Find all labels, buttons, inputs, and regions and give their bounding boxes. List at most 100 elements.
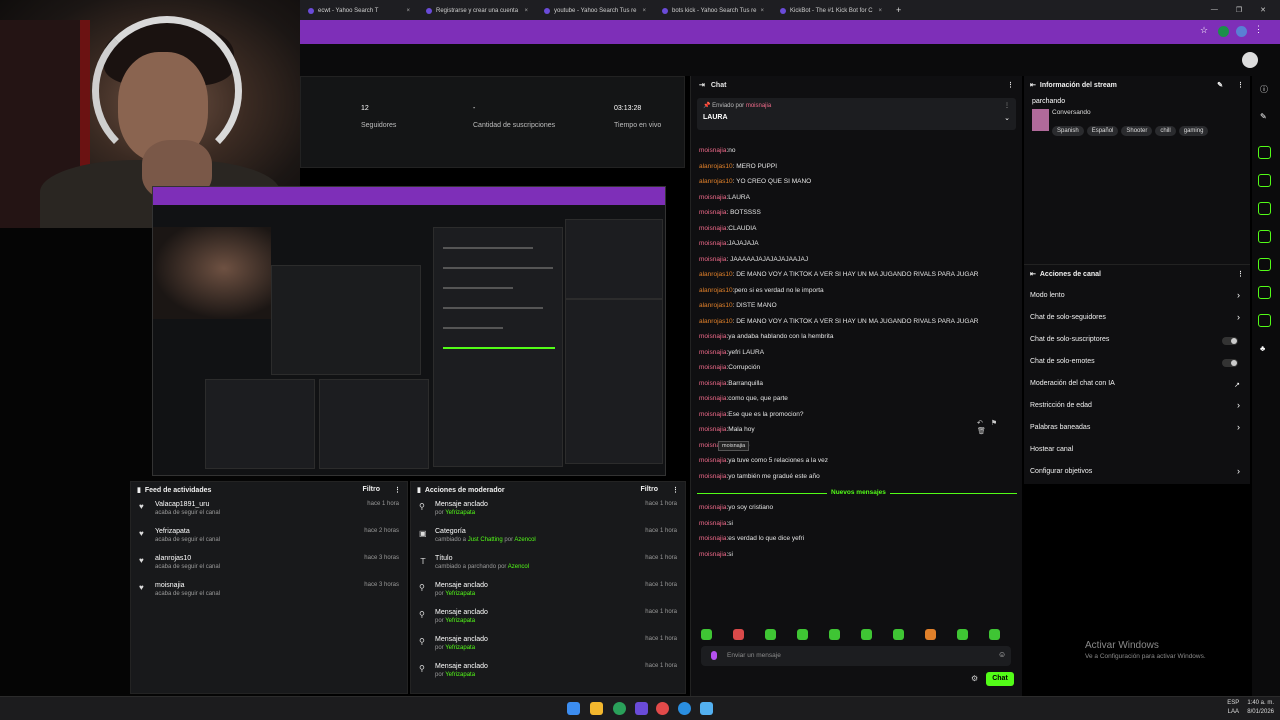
stream-preview[interactable] xyxy=(152,186,666,476)
new-tab-button[interactable]: + xyxy=(890,5,907,15)
stream-tag[interactable]: Spanish xyxy=(1052,126,1084,136)
menu-dots-icon[interactable]: ⋮ xyxy=(1254,24,1265,35)
chat-message[interactable]: moisnajia:como que, que parte xyxy=(699,395,788,402)
toggle-switch[interactable] xyxy=(1222,359,1238,367)
chevron-right-icon[interactable]: › xyxy=(1237,466,1240,476)
app-icon[interactable] xyxy=(635,702,648,715)
pencil-icon[interactable]: ✎ xyxy=(1260,112,1267,121)
chat-message[interactable]: moisnajia:yo soy cristiano xyxy=(699,504,773,511)
chat-username[interactable]: moisnajia xyxy=(699,225,726,232)
chat-message[interactable]: alanrojas10: DE MANO VOY A TIKTOK A VER … xyxy=(699,318,978,325)
chat-username[interactable]: moisnajia xyxy=(699,551,726,558)
chat-message[interactable]: moisnajia: JAAAAAJAJAJAJAJAAJAJ xyxy=(699,256,808,263)
chat-username[interactable]: moisnajia xyxy=(699,426,726,433)
chat-username[interactable]: moisnajia xyxy=(699,473,726,480)
stream-tag[interactable]: chill xyxy=(1155,126,1176,136)
chat-username[interactable]: moisnajia xyxy=(699,411,726,418)
chat-username[interactable]: alanrojas10 xyxy=(699,178,733,185)
close-icon[interactable]: ✕ xyxy=(1260,6,1266,14)
more-icon[interactable]: ⋮ xyxy=(1007,81,1014,89)
more-icon[interactable]: ⋮ xyxy=(394,486,401,494)
browser-tab[interactable]: Registrarse y crear una cuenta × xyxy=(418,3,536,19)
info-circle-icon[interactable]: ⓘ xyxy=(1260,84,1268,95)
chat-message[interactable]: moisnajia:no xyxy=(699,147,736,154)
start-icon[interactable] xyxy=(567,702,580,715)
channel-action-item[interactable]: Moderación del chat con IA ↗ xyxy=(1024,375,1250,397)
browser-tab[interactable]: KickBot - The #1 Kick Bot for C × xyxy=(772,3,890,19)
chevron-right-icon[interactable]: › xyxy=(1237,312,1240,322)
chat-username[interactable]: moisnajia xyxy=(699,380,726,387)
chat-message[interactable]: moisnajia:JAJAJAJA xyxy=(699,240,759,247)
plugin-icon[interactable]: ♣ xyxy=(1260,344,1265,353)
chat-send-button[interactable]: Chat xyxy=(986,672,1014,686)
stream-tag[interactable]: Español xyxy=(1086,126,1119,136)
chat-message[interactable]: moisnajia:es verdad lo que dice yefri xyxy=(699,535,804,542)
mod-action-user[interactable]: Azencol xyxy=(514,537,535,543)
chat-message[interactable]: moisnajia:ya andaba hablando con la hemb… xyxy=(699,333,833,340)
emote-picker-icon[interactable] xyxy=(711,651,717,660)
tool-icon[interactable] xyxy=(1258,202,1271,215)
chat-username[interactable]: alanrojas10 xyxy=(699,302,733,309)
chat-username[interactable]: alanrojas10 xyxy=(699,271,733,278)
chat-username[interactable]: moisnajia xyxy=(699,209,726,216)
chat-message[interactable]: moisnajia:Barranquilla xyxy=(699,380,763,387)
channel-action-item[interactable]: Palabras baneadas › xyxy=(1024,419,1250,441)
app-icon[interactable] xyxy=(700,702,713,715)
channel-action-item[interactable]: Chat de solo-suscriptores xyxy=(1024,331,1250,353)
chat-username[interactable]: moisnajia xyxy=(699,395,726,402)
chat-message[interactable]: moisnajia:si xyxy=(699,551,733,558)
chat-username[interactable]: moisnajia xyxy=(699,333,726,340)
chat-message[interactable]: moisnajia: BOTSSSS xyxy=(699,209,761,216)
channel-action-item[interactable]: Modo lento › xyxy=(1024,287,1250,309)
mod-action-target[interactable]: Yefrizapata xyxy=(445,672,475,678)
chat-username[interactable]: alanrojas10 xyxy=(699,318,733,325)
profile-icon[interactable] xyxy=(1236,26,1247,37)
chrome-icon[interactable] xyxy=(613,702,626,715)
chat-username[interactable]: alanrojas10 xyxy=(699,287,733,294)
stream-tag[interactable]: gaming xyxy=(1178,126,1209,136)
chat-username[interactable]: alanrojas10 xyxy=(699,163,733,170)
channel-action-item[interactable]: Restricción de edad › xyxy=(1024,397,1250,419)
file-explorer-icon[interactable] xyxy=(590,702,603,715)
stream-tag[interactable]: Shooter xyxy=(1121,126,1153,136)
chat-username[interactable]: moisnajia xyxy=(699,240,726,247)
mod-action-target[interactable]: Yefrizapata xyxy=(445,618,475,624)
mod-filter-button[interactable]: Filtro xyxy=(641,486,659,494)
close-icon[interactable]: × xyxy=(524,8,528,14)
tool-icon[interactable] xyxy=(1258,258,1271,271)
more-icon[interactable]: ⋮ xyxy=(1237,81,1244,89)
chat-message[interactable]: alanrojas10: MERO PUPPI xyxy=(699,163,777,170)
chat-username[interactable]: moisnajia xyxy=(699,457,726,464)
channel-action-item[interactable]: Chat de solo-emotes xyxy=(1024,353,1250,375)
chat-username[interactable]: moisnajia xyxy=(699,520,726,527)
chat-username[interactable]: moisnajia xyxy=(699,364,726,371)
mod-action-target[interactable]: Yefrizapata xyxy=(445,510,475,516)
extension-icon[interactable] xyxy=(1218,26,1229,37)
chat-message[interactable]: moisnajia:ya tuve como 5 relaciones a la… xyxy=(699,457,828,464)
chat-message[interactable]: moisnajia:Corrupción xyxy=(699,364,760,371)
browser-icon[interactable] xyxy=(678,702,691,715)
chat-message[interactable]: alanrojas10: DISTE MANO xyxy=(699,302,777,309)
chat-message[interactable]: moisnajia:si xyxy=(699,520,733,527)
chat-username[interactable]: moisnajia xyxy=(699,504,726,511)
pinned-message[interactable]: 📌 Enviado por moisnajia ⋮ LAURA ⌄ xyxy=(697,98,1016,130)
tool-icon[interactable] xyxy=(1258,230,1271,243)
chat-username[interactable]: moisnajia xyxy=(699,256,726,263)
settings-icon[interactable]: ⚙ xyxy=(971,674,978,683)
maximize-icon[interactable]: ❐ xyxy=(1236,6,1242,14)
chat-message[interactable]: alanrojas10: DE MANO VOY A TIKTOK A VER … xyxy=(699,271,978,278)
browser-tab[interactable]: youtube - Yahoo Search Tus re × xyxy=(536,3,654,19)
chat-input[interactable]: Enviar un mensaje xyxy=(701,646,1011,666)
chat-message[interactable]: alanrojas10: YO CREO QUE SI MANO xyxy=(699,178,811,185)
minimize-icon[interactable]: — xyxy=(1211,6,1218,14)
channel-action-item[interactable]: Chat de solo-seguidores › xyxy=(1024,309,1250,331)
tool-icon[interactable] xyxy=(1258,286,1271,299)
mod-action-target[interactable]: Just Chatting xyxy=(468,537,503,543)
tool-icon[interactable] xyxy=(1258,146,1271,159)
chat-toggle-icon[interactable]: ⇥ xyxy=(699,81,705,89)
mod-action-target[interactable]: Yefrizapata xyxy=(445,591,475,597)
channel-action-item[interactable]: Configurar objetivos › xyxy=(1024,463,1250,485)
more-icon[interactable]: ⋮ xyxy=(1237,270,1244,278)
feed-filter-button[interactable]: Filtro xyxy=(363,486,381,494)
external-link-icon[interactable]: ↗ xyxy=(1234,381,1240,389)
